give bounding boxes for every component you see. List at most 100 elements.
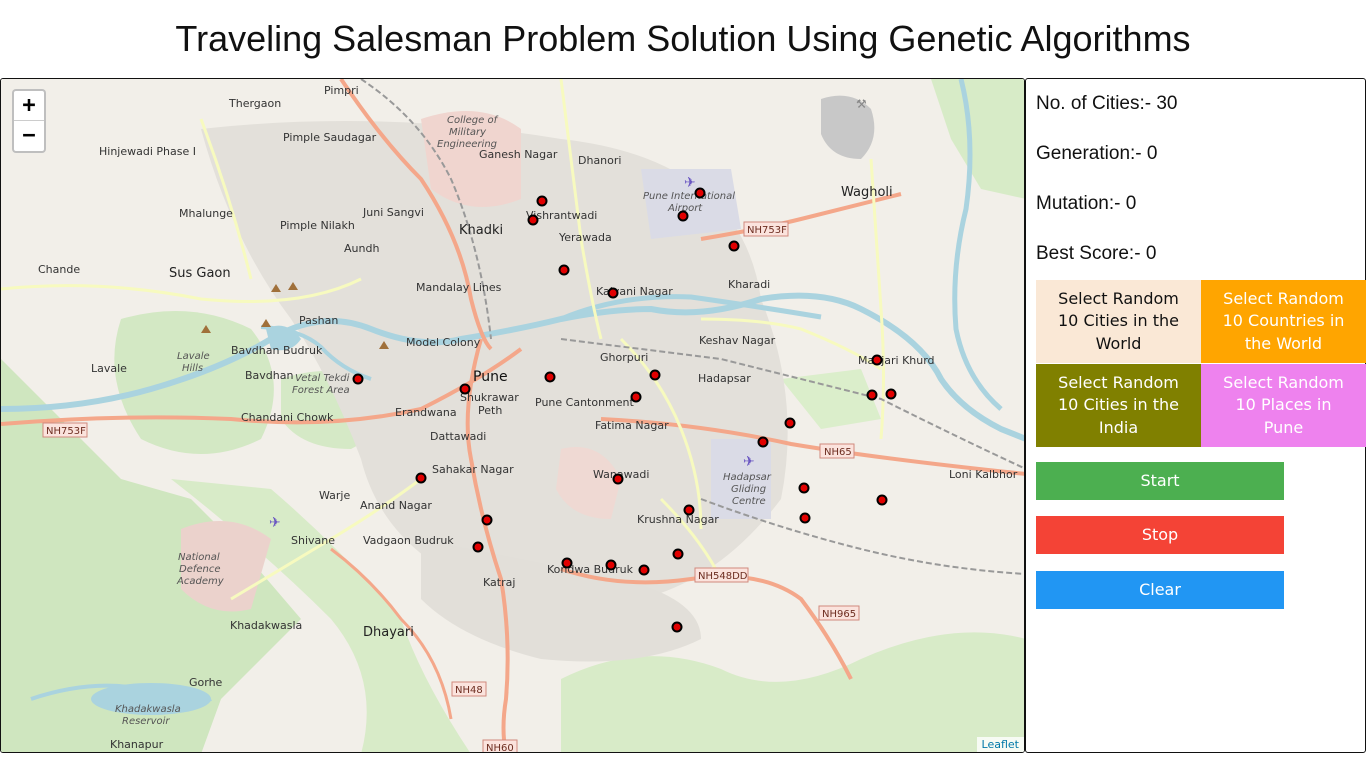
road-shield-nh65: NH65 [819,443,855,459]
city-marker[interactable] [757,436,769,448]
map-label-nda-1: National [178,552,220,563]
city-marker[interactable] [605,559,617,571]
svg-text:NH965: NH965 [822,609,856,620]
city-marker[interactable] [694,187,706,199]
city-marker[interactable] [607,287,619,299]
map-label-khadakwasla: Khadakwasla [230,619,302,632]
map-label-gorhe: Gorhe [189,676,223,689]
map-label-dhayari: Dhayari [363,625,414,640]
map-label-gliding-3: Centre [732,496,766,507]
page-title: Traveling Salesman Problem Solution Usin… [175,18,1191,59]
clear-button[interactable]: Clear [1036,571,1284,609]
map-label-bavdhan-budruk: Bavdhan Budruk [231,344,323,357]
city-marker[interactable] [561,557,573,569]
city-marker[interactable] [866,389,878,401]
map-label-model-colony: Model Colony [406,336,481,349]
map-label-mhalunge: Mhalunge [179,207,233,220]
city-marker[interactable] [352,373,364,385]
map-label-shivane: Shivane [291,534,335,547]
city-marker[interactable] [728,240,740,252]
city-marker[interactable] [536,195,548,207]
map-label-pashan: Pashan [299,314,338,327]
city-marker[interactable] [481,514,493,526]
map-label-keshav-nagar: Keshav Nagar [699,334,776,347]
map-label-khanapur: Khanapur [110,738,164,751]
map-label-kharadi: Kharadi [728,278,770,291]
map-label-airport-1: Pune International [643,191,735,202]
map-label-reservoir-2: Reservoir [122,716,170,727]
city-marker[interactable] [544,371,556,383]
map-label-khadki: Khadki [459,223,503,238]
stop-button[interactable]: Stop [1036,516,1284,554]
map-tiles[interactable]: ✈ ✈ ✈ ⚒ Pimpri Thergaon Pimple Saudagar … [1,79,1025,753]
city-marker[interactable] [871,354,883,366]
road-shield-nh60: NH60 [482,739,518,753]
svg-text:✈: ✈ [743,454,755,470]
map-label-warje: Warje [319,489,350,502]
map-label-juni-sangvi: Juni Sangvi [362,206,424,219]
map-label-hinjewadi: Hinjewadi Phase I [99,145,196,158]
city-marker[interactable] [671,621,683,633]
map-label-dattawadi: Dattawadi [430,430,486,443]
city-marker[interactable] [527,214,539,226]
map-label-vetal-1: Vetal Tekdi [295,373,350,384]
city-marker[interactable] [558,264,570,276]
attribution-link[interactable]: Leaflet [976,737,1024,752]
city-marker[interactable] [677,210,689,222]
map-label-ganesh-nagar: Ganesh Nagar [479,148,558,161]
map-label-bavdhan: Bavdhan [245,369,293,382]
map-label-college-2: Military [449,127,487,138]
selection-buttons: Select Random 10 Cities in the World Sel… [1036,280,1366,447]
city-marker[interactable] [784,417,796,429]
map[interactable]: ✈ ✈ ✈ ⚒ Pimpri Thergaon Pimple Saudagar … [0,78,1025,753]
svg-text:NH753F: NH753F [46,426,86,437]
svg-text:✈: ✈ [684,175,696,191]
svg-text:NH48: NH48 [455,685,483,696]
city-marker[interactable] [638,564,650,576]
svg-text:✈: ✈ [269,515,281,531]
map-label-hadapsar: Hadapsar [698,372,751,385]
map-label-pune: Pune [473,369,508,385]
svg-text:NH60: NH60 [486,743,514,753]
zoom-in-button[interactable]: + [14,91,44,121]
map-label-pimple-saudagar: Pimple Saudagar [283,131,377,144]
map-label-lavale-hills-2: Hills [182,363,203,374]
city-marker[interactable] [798,482,810,494]
start-button[interactable]: Start [1036,462,1284,500]
city-marker[interactable] [415,472,427,484]
map-label-nda-2: Defence [179,564,221,575]
city-marker[interactable] [876,494,888,506]
select-world-cities-button[interactable]: Select Random 10 Cities in the World [1036,280,1201,363]
select-india-cities-button[interactable]: Select Random 10 Cities in the India [1036,364,1201,447]
city-marker[interactable] [672,548,684,560]
city-marker[interactable] [630,391,642,403]
city-marker[interactable] [799,512,811,524]
map-label-katraj: Katraj [483,576,515,589]
road-shield-nh753f-top: NH753F [743,221,789,237]
map-label-vetal-2: Forest Area [292,385,350,396]
road-shield-nh965: NH965 [818,605,860,621]
road-shield-nh48: NH48 [451,681,487,697]
city-marker[interactable] [885,388,897,400]
map-label-pune-cantonment: Pune Cantonment [535,396,635,409]
city-marker[interactable] [649,369,661,381]
select-world-countries-button[interactable]: Select Random 10 Countries in the World [1201,280,1366,363]
city-marker[interactable] [683,504,695,516]
map-label-gliding-2: Gliding [731,484,766,495]
generation-count: Generation:- 0 [1036,143,1158,164]
city-marker[interactable] [472,541,484,553]
map-label-krushna-nagar: Krushna Nagar [637,513,719,526]
svg-text:NH65: NH65 [824,447,852,458]
map-label-sahakar-nagar: Sahakar Nagar [432,463,514,476]
city-marker[interactable] [459,383,471,395]
zoom-out-button[interactable]: − [14,121,44,151]
select-pune-places-button[interactable]: Select Random 10 Places in Pune [1201,364,1366,447]
best-score: Best Score:- 0 [1036,243,1157,264]
map-label-pimple-nilakh: Pimple Nilakh [280,219,355,232]
map-label-nda-3: Academy [176,576,225,587]
map-label-lavale: Lavale [91,362,127,375]
cities-count: No. of Cities:- 30 [1036,93,1178,114]
svg-text:⚒: ⚒ [856,97,867,111]
city-marker[interactable] [612,473,624,485]
control-panel: No. of Cities:- 30 Generation:- 0 Mutati… [1025,78,1366,753]
